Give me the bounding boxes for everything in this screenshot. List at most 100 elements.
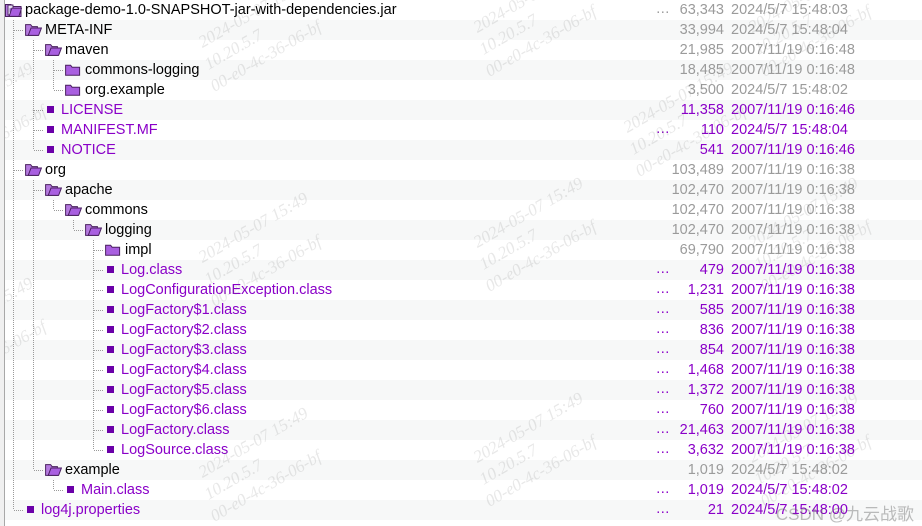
tree-row-name-cell: LogFactory.class [4, 420, 230, 440]
tree-row[interactable]: commons 102,470 2007/11/19 0:16:38 [0, 200, 922, 220]
tree-row[interactable]: LogFactory.class... 21,463 2007/11/19 0:16… [0, 420, 922, 440]
tree-row-label: LogFactory$5.class [121, 382, 247, 398]
tree-row[interactable]: NOTICE 541 2007/11/19 0:16:46 [0, 140, 922, 160]
tree-guide-line [13, 400, 14, 420]
tree-indent-guides [4, 420, 104, 440]
row-date: 2007/11/19 0:16:38 [731, 322, 855, 338]
tree-guide-line [13, 100, 14, 120]
tree-guide-line [13, 380, 14, 400]
tree-row-label: LogFactory$4.class [121, 362, 247, 378]
tree-guide-line [13, 460, 14, 480]
jar-icon[interactable] [4, 0, 22, 20]
folder-open-icon[interactable] [24, 160, 42, 180]
tree-row[interactable]: org.example 3,500 2024/5/7 15:48:02 [0, 80, 922, 100]
row-size: 1,468 [687, 362, 724, 378]
folder-open-icon[interactable] [64, 200, 82, 220]
tree-row-name-cell: maven [4, 40, 109, 60]
tree-guide-line [33, 440, 34, 460]
tree-row[interactable]: apache 102,470 2007/11/19 0:16:38 [0, 180, 922, 200]
tree-row-name-cell: LICENSE [4, 100, 123, 120]
tree-indent-guides [4, 260, 104, 280]
row-date: 2007/11/19 0:16:38 [731, 362, 855, 378]
tree-row-name-cell: LogFactory$5.class [4, 380, 247, 400]
tree-row[interactable]: MANIFEST.MF... 110 2024/5/7 15:48:04 [0, 120, 922, 140]
tree-row-name-cell: MANIFEST.MF [4, 120, 158, 140]
tree-row-label: impl [125, 242, 152, 258]
tree-guide-line [33, 260, 34, 280]
tree-row[interactable]: commons-logging 18,485 2007/11/19 0:16:48 [0, 60, 922, 80]
folder-closed-icon[interactable] [64, 60, 82, 80]
tree-row[interactable]: LogFactory$5.class... 1,372 2007/11/19 0:1… [0, 380, 922, 400]
tree-row[interactable]: maven 21,985 2007/11/19 0:16:48 [0, 40, 922, 60]
tree-row[interactable]: impl 69,790 2007/11/19 0:16:38 [0, 240, 922, 260]
row-date: 2007/11/19 0:16:38 [731, 342, 855, 358]
row-size: 479 [699, 262, 724, 278]
tree-indent-guides [4, 40, 44, 60]
tree-row[interactable]: Main.class... 1,019 2024/5/7 15:48:02 [0, 480, 922, 500]
tree-row-label: LogSource.class [121, 442, 229, 458]
tree-guide-line [13, 60, 14, 80]
tree-row[interactable]: LogConfigurationException.class... 1,231 2… [0, 280, 922, 300]
row-size: 11,358 [680, 102, 724, 118]
tree-guide-line [13, 80, 14, 100]
file-icon [104, 260, 118, 280]
tree-row-label: maven [65, 42, 109, 58]
tree-guide-line [33, 340, 34, 360]
file-icon [44, 120, 58, 140]
archive-browser-window: package-demo-1.0-SNAPSHOT-jar-with-depen… [0, 0, 922, 526]
tree-row-name-cell: log4j.properties [4, 500, 140, 520]
tree-indent-guides [4, 280, 104, 300]
left-scroll-gutter[interactable] [0, 0, 5, 526]
row-date: 2007/11/19 0:16:38 [731, 202, 855, 218]
folder-open-icon[interactable] [44, 180, 62, 200]
folder-open-icon[interactable] [24, 20, 42, 40]
tree-guide-line [33, 60, 34, 80]
csdn-watermark: CSDN @九云战歌 [775, 505, 914, 524]
folder-closed-icon[interactable] [64, 80, 82, 100]
row-date: 2007/11/19 0:16:38 [731, 282, 855, 298]
tree-row-name-cell: LogFactory$1.class [4, 300, 247, 320]
tree-guide-line [13, 300, 14, 320]
folder-open-icon[interactable] [44, 40, 62, 60]
row-size: 585 [699, 302, 724, 318]
tree-indent-guides [4, 80, 64, 100]
tree-row[interactable]: META-INF 33,994 2024/5/7 15:48:04 [0, 20, 922, 40]
tree-row-label: apache [65, 182, 113, 198]
tree-row[interactable]: org 103,489 2007/11/19 0:16:38 [0, 160, 922, 180]
row-date: 2007/11/19 0:16:38 [731, 402, 855, 418]
tree-row[interactable]: logging 102,470 2007/11/19 0:16:38 [0, 220, 922, 240]
row-size: 3,632 [687, 442, 724, 458]
tree-row[interactable]: LICENSE 11,358 2007/11/19 0:16:46 [0, 100, 922, 120]
row-size: 102,470 [671, 182, 724, 198]
tree-row[interactable]: LogFactory$3.class... 854 2007/11/19 0:16:… [0, 340, 922, 360]
tree-guide-line [33, 360, 34, 380]
tree-row-name-cell: LogSource.class [4, 440, 228, 460]
tree-row[interactable]: LogFactory$4.class... 1,468 2007/11/19 0:1… [0, 360, 922, 380]
tree-row[interactable]: example 1,019 2024/5/7 15:48:02 [0, 460, 922, 480]
tree-row-label: package-demo-1.0-SNAPSHOT-jar-with-depen… [25, 2, 397, 18]
row-date: 2024/5/7 15:48:02 [731, 482, 848, 498]
tree-row[interactable]: LogFactory$1.class... 585 2007/11/19 0:16:… [0, 300, 922, 320]
folder-open-icon[interactable] [84, 220, 102, 240]
row-date: 2007/11/19 0:16:38 [731, 182, 855, 198]
archive-file-tree[interactable]: package-demo-1.0-SNAPSHOT-jar-with-depen… [0, 0, 922, 520]
tree-guide-line [13, 280, 14, 300]
tree-row[interactable]: LogFactory$6.class... 760 2007/11/19 0:16:… [0, 400, 922, 420]
file-icon [104, 280, 118, 300]
tree-indent-guides [4, 500, 24, 520]
folder-open-icon[interactable] [44, 460, 62, 480]
tree-guide-line [33, 420, 34, 440]
row-date: 2024/5/7 15:48:04 [731, 122, 848, 138]
tree-row-name-cell: package-demo-1.0-SNAPSHOT-jar-with-depen… [4, 0, 397, 20]
tree-row[interactable]: LogSource.class... 3,632 2007/11/19 0:16:3… [0, 440, 922, 460]
tree-indent-guides [4, 340, 104, 360]
tree-row[interactable]: package-demo-1.0-SNAPSHOT-jar-with-depen… [0, 0, 922, 20]
row-size: 33,994 [679, 22, 724, 38]
folder-closed-icon[interactable] [104, 240, 122, 260]
tree-row-name-cell: LogFactory$4.class [4, 360, 247, 380]
tree-guide-line [33, 80, 34, 100]
tree-row[interactable]: Log.class... 479 2007/11/19 0:16:38 [0, 260, 922, 280]
tree-guide-line [13, 440, 14, 460]
tree-row[interactable]: LogFactory$2.class... 836 2007/11/19 0:16:… [0, 320, 922, 340]
tree-guide-line [13, 320, 14, 340]
